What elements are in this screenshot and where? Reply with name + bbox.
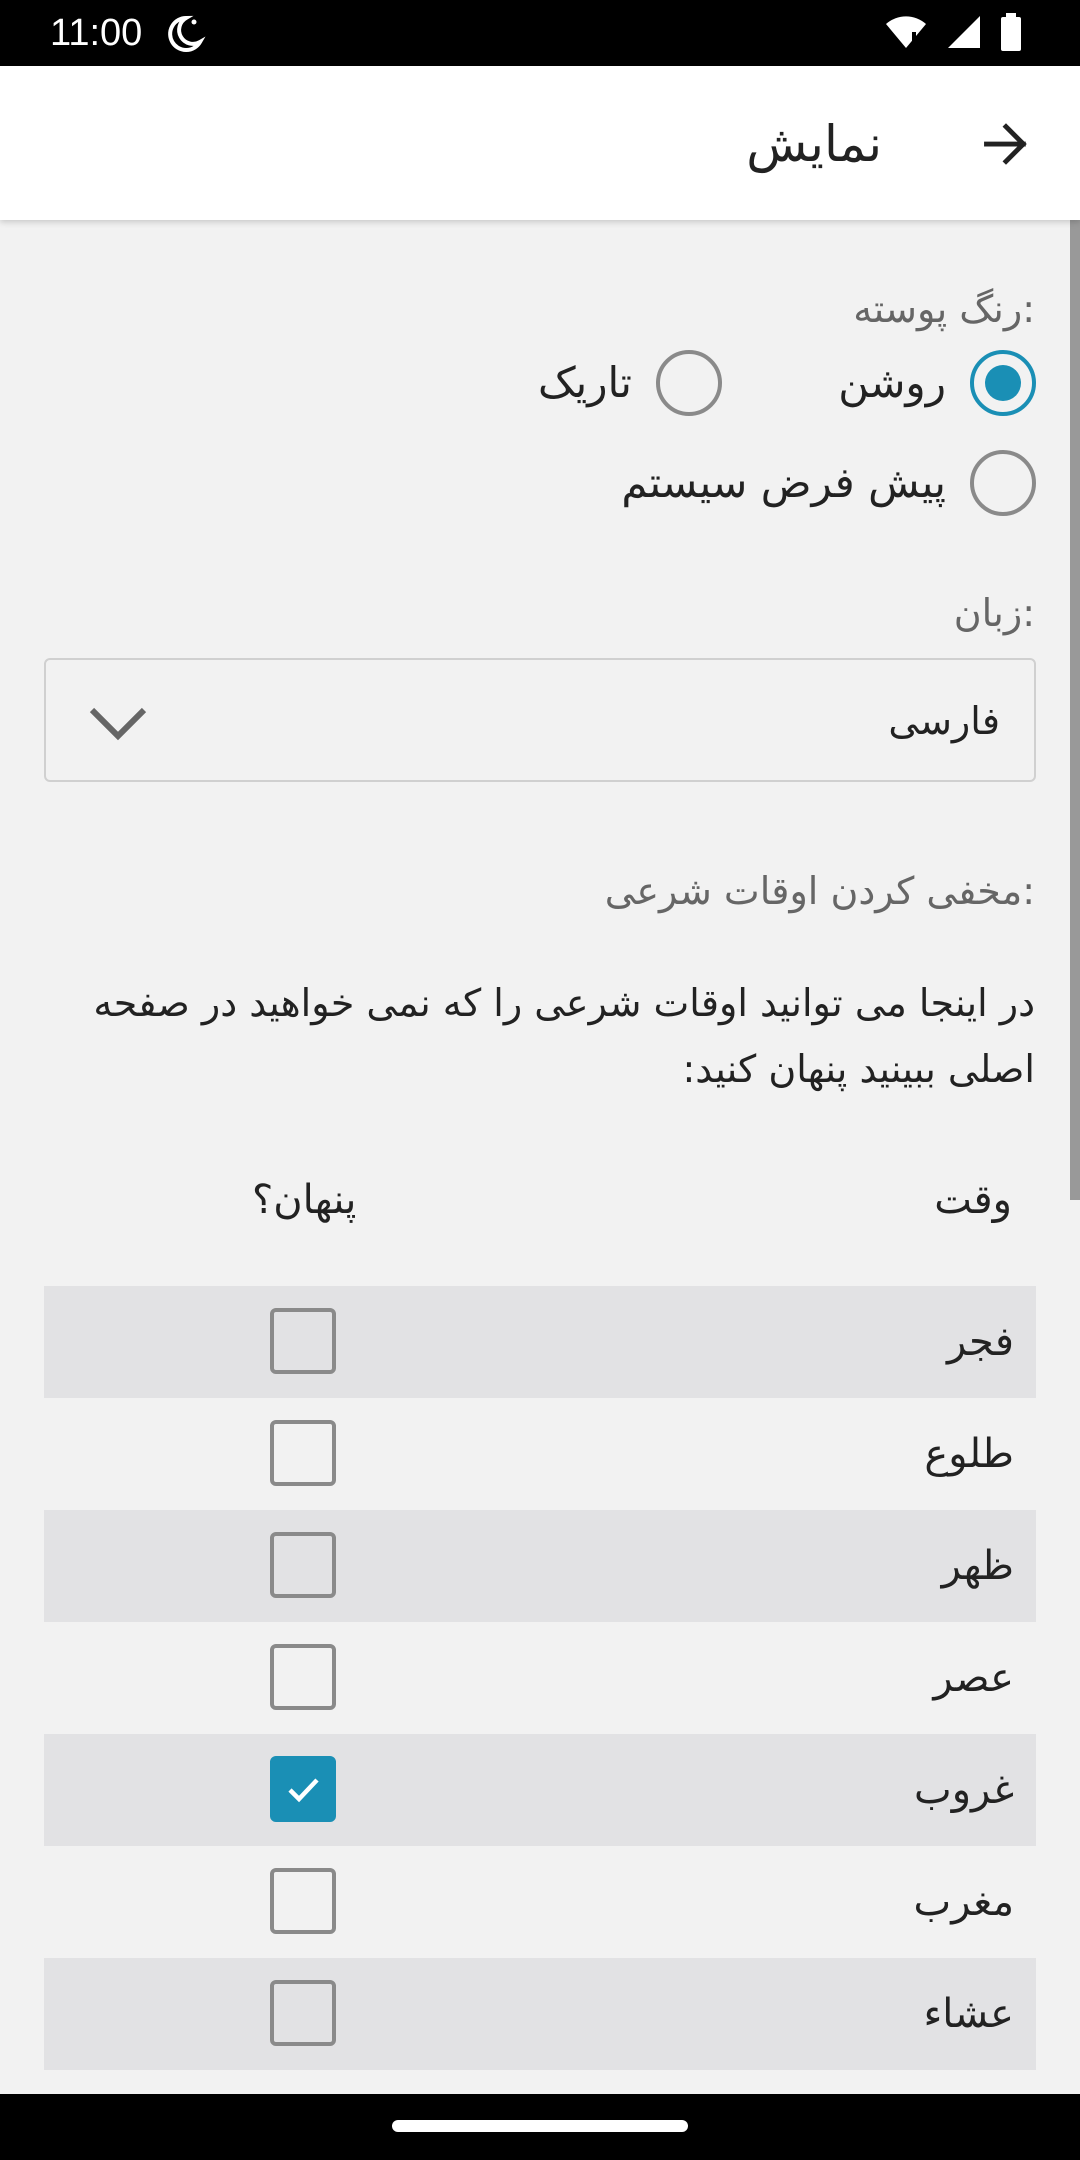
signal-icon xyxy=(946,14,982,54)
radio-system[interactable] xyxy=(970,450,1036,516)
table-row: ظهر xyxy=(44,1510,1036,1622)
settings-content[interactable]: رنگ پوسته: روشن تاریک پیش فرض سیستم زبان… xyxy=(0,220,1080,2094)
theme-label: رنگ پوسته: xyxy=(853,287,1035,331)
theme-option-light[interactable]: روشن xyxy=(838,350,1036,416)
radio-light[interactable] xyxy=(970,350,1036,416)
table-row: عصر xyxy=(44,1622,1036,1734)
theme-option-label: تاریک xyxy=(537,358,632,407)
hide-times-description: در اینجا می توانید اوقات شرعی را که نمی … xyxy=(93,981,1035,1091)
row-label: فجر xyxy=(946,1319,1014,1365)
hide-checkbox[interactable] xyxy=(270,1868,336,1934)
row-label: ظهر xyxy=(941,1543,1014,1589)
table-row: عشاء xyxy=(44,1958,1036,2070)
hide-checkbox[interactable] xyxy=(270,1420,336,1486)
scrollbar[interactable] xyxy=(1070,220,1080,1200)
hide-checkbox[interactable] xyxy=(270,1644,336,1710)
row-label: عشاء xyxy=(923,1991,1014,2037)
theme-option-system[interactable]: پیش فرض سیستم xyxy=(621,450,1036,516)
language-selected-value: فارسی xyxy=(888,699,1000,743)
column-header-time: وقت xyxy=(934,1177,1012,1223)
app-bar: نمایش xyxy=(0,66,1080,220)
battery-icon xyxy=(1000,13,1022,55)
theme-option-label: روشن xyxy=(838,358,946,407)
hide-checkbox[interactable] xyxy=(270,1308,336,1374)
back-button[interactable] xyxy=(972,110,1040,178)
status-icons xyxy=(884,13,1022,55)
table-row: مغرب xyxy=(44,1846,1036,1958)
theme-option-dark[interactable]: تاریک xyxy=(538,350,722,416)
chevron-down-icon xyxy=(89,707,147,741)
page-title: نمایش xyxy=(746,115,882,173)
theme-option-label: پیش فرض سیستم xyxy=(621,458,946,507)
hide-times-label: مخفی کردن اوقات شرعی: xyxy=(604,869,1035,913)
row-label: طلوع xyxy=(924,1431,1014,1477)
checkmark-icon xyxy=(288,1778,319,1803)
status-time: 11:00 xyxy=(50,12,143,54)
navigation-bar xyxy=(0,2094,1080,2160)
hide-checkbox[interactable] xyxy=(270,1980,336,2046)
hide-checkbox-checked[interactable] xyxy=(270,1756,336,1822)
wifi-icon xyxy=(884,14,928,54)
hide-checkbox[interactable] xyxy=(270,1532,336,1598)
row-label: غروب xyxy=(914,1767,1014,1813)
table-row: فجر xyxy=(44,1286,1036,1398)
row-label: عصر xyxy=(933,1655,1014,1701)
table-row: غروب xyxy=(44,1734,1036,1846)
home-handle[interactable] xyxy=(392,2120,688,2132)
arrow-right-icon xyxy=(984,123,1027,165)
table-row: طلوع xyxy=(44,1398,1036,1510)
language-select[interactable]: فارسی xyxy=(44,658,1036,782)
row-label: مغرب xyxy=(913,1879,1014,1925)
column-header-hidden: پنهان؟ xyxy=(252,1177,357,1223)
radio-dark[interactable] xyxy=(656,350,722,416)
status-bar: 11:00 xyxy=(0,0,1080,66)
language-label: زبان: xyxy=(953,591,1035,635)
prayer-times-table: فجر طلوع ظهر عصر غروب مغرب عشاء xyxy=(44,1286,1036,2070)
moon-icon xyxy=(162,12,206,56)
